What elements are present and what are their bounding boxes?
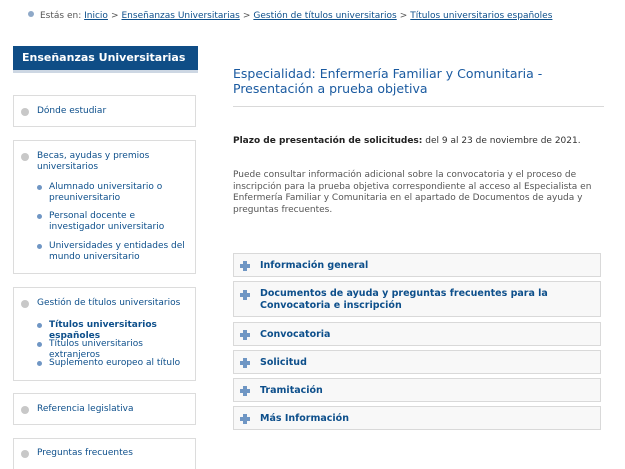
sidebar-subitem-label: Suplemento europeo al título [49,358,181,368]
bullet-dot-icon [21,300,29,308]
sidebar-item-label: Becas, ayudas y premios universitarios [37,151,150,172]
accordion-informacion-general[interactable]: Información general [233,253,601,277]
accordion-label: Más Información [260,413,349,424]
sidebar-item-referencia-legislativa[interactable]: Referencia legislativa [13,393,196,425]
accordion-label: Solicitud [260,357,307,368]
accordion-label: Información general [260,260,369,271]
bullet-dot-icon [37,244,42,249]
sidebar-subitem-label: Alumnado universitario o preuniversitari… [49,182,163,203]
bullet-dot-icon [21,153,29,161]
breadcrumb-link-titulos-espanoles[interactable]: Títulos universitarios españoles [410,11,552,21]
accordion-solicitud[interactable]: Solicitud [233,350,601,374]
sidebar-subitem-suplemento[interactable]: Suplemento europeo al título [14,358,191,369]
bullet-dot-icon [37,342,42,347]
sidebar-item-label: Preguntas frecuentes [37,448,133,458]
sidebar-subitem-universidades[interactable]: Universidades y entidades del mundo univ… [14,241,191,263]
accordion-mas-informacion[interactable]: Más Información [233,406,601,430]
plazo-text: Plazo de presentación de solicitudes: de… [233,136,604,146]
sidebar: Enseñanzas Universitarias [13,46,198,73]
sidebar-item-label: Dónde estudiar [37,106,107,116]
breadcrumb-bullet-icon [28,11,34,17]
plus-icon [240,330,250,340]
main-content: Especialidad: Enfermería Familiar y Comu… [233,66,604,107]
plus-icon [240,386,250,396]
bullet-dot-icon [37,323,42,328]
breadcrumb-link-ensenanzas[interactable]: Enseñanzas Universitarias [122,11,240,21]
sidebar-item-gestion[interactable]: Gestión de títulos universitarios [14,298,191,308]
breadcrumb-separator: > [110,11,119,21]
breadcrumb-separator: > [242,11,251,21]
breadcrumb-link-inicio[interactable]: Inicio [84,11,108,21]
plazo-value: del 9 al 23 de noviembre de 2021. [422,136,581,146]
bullet-dot-icon [37,214,42,219]
accordion-documentos-ayuda[interactable]: Documentos de ayuda y preguntas frecuent… [233,281,601,317]
bullet-dot-icon [37,185,42,190]
page-title: Especialidad: Enfermería Familiar y Comu… [233,66,604,107]
sidebar-item-preguntas-frecuentes[interactable]: Preguntas frecuentes [13,438,196,469]
sidebar-subitem-personal-docente[interactable]: Personal docente e investigador universi… [14,211,191,233]
sidebar-subitem-label: Títulos universitarios españoles [49,320,157,341]
sidebar-subitem-label: Universidades y entidades del mundo univ… [49,241,185,262]
bullet-dot-icon [21,450,29,458]
accordion-tramitacion[interactable]: Tramitación [233,378,601,402]
sidebar-subitem-label: Personal docente e investigador universi… [49,211,165,232]
plus-icon [240,414,250,424]
sidebar-item-donde-estudiar[interactable]: Dónde estudiar [13,95,196,127]
accordion-label: Tramitación [260,385,323,396]
accordion-label: Documentos de ayuda y preguntas frecuent… [260,288,548,311]
bullet-dot-icon [21,108,29,116]
sidebar-subitem-alumnado[interactable]: Alumnado universitario o preuniversitari… [14,182,191,204]
breadcrumb-prefix: Estás en: [40,11,82,21]
plus-icon [240,290,250,300]
sidebar-item-label: Referencia legislativa [37,404,134,414]
bullet-dot-icon [21,406,29,414]
info-paragraph: Puede consultar información adicional so… [233,170,592,215]
plazo-label: Plazo de presentación de solicitudes: [233,136,423,146]
sidebar-title: Enseñanzas Universitarias [13,46,198,73]
plus-icon [240,261,250,271]
accordion-label: Convocatoria [260,329,331,340]
plus-icon [240,358,250,368]
breadcrumb-link-gestion[interactable]: Gestión de títulos universitarios [253,11,396,21]
bullet-dot-icon [37,361,42,366]
sidebar-group-becas: Becas, ayudas y premios universitarios A… [13,140,196,274]
sidebar-item-label: Gestión de títulos universitarios [37,298,181,308]
breadcrumb-separator: > [399,11,408,21]
breadcrumb: Estás en: Inicio > Enseñanzas Universitari… [28,11,618,25]
sidebar-group-gestion: Gestión de títulos universitarios Título… [13,287,196,381]
sidebar-subitem-label: Títulos universitarios extranjeros [49,339,143,360]
sidebar-item-becas[interactable]: Becas, ayudas y premios universitarios [14,151,191,173]
accordion-convocatoria[interactable]: Convocatoria [233,322,601,346]
